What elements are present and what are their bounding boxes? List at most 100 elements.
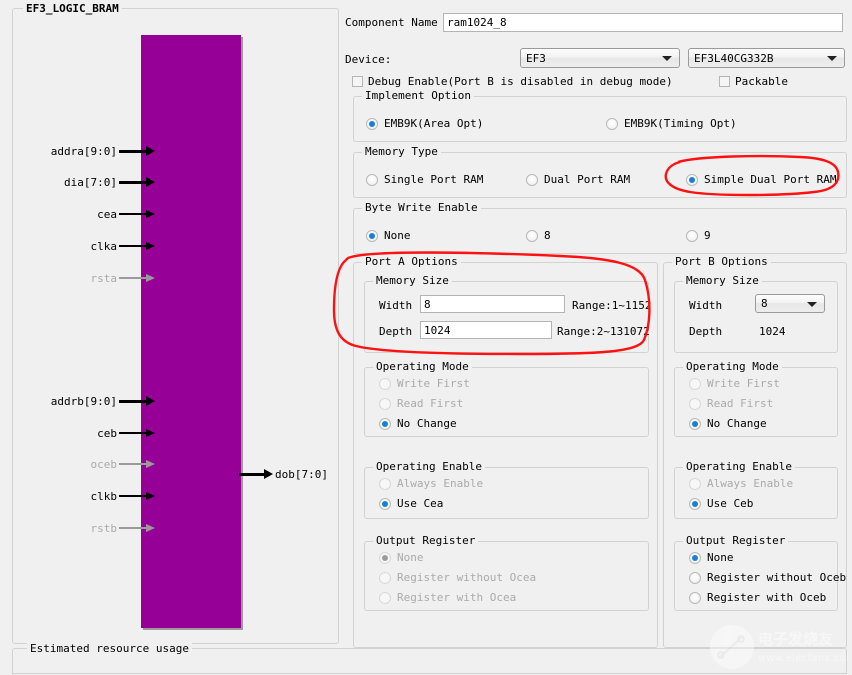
radio-bwe-8[interactable]: 8 [526, 229, 551, 242]
device-part-select[interactable]: EF3L40CG332B [688, 48, 845, 68]
port-a-radio-write-first[interactable]: Write First [379, 377, 470, 390]
port-a-radio-read-first[interactable]: Read First [379, 397, 463, 410]
port-b-radio-outreg-with-oceb[interactable]: Register with Oceb [689, 591, 826, 604]
device-label: Device: [345, 53, 391, 66]
diagram-panel: EF3_LOGIC_BRAM addra[9:0] dia[7:0] cea c… [12, 8, 339, 644]
option-label: Use Cea [397, 497, 443, 510]
radio-emb9k-timing-opt[interactable]: EMB9K(Timing Opt) [606, 117, 737, 130]
radio-dual-port-ram[interactable]: Dual Port RAM [526, 173, 630, 186]
device-part-value: EF3L40CG332B [694, 52, 773, 65]
signal-clkb: clkb [23, 489, 155, 503]
memory-type-group: Memory Type Single Port RAM Dual Port RA… [353, 152, 847, 198]
radio-single-port-ram[interactable]: Single Port RAM [366, 173, 483, 186]
radio-dot [379, 478, 391, 490]
signal-rstb: rstb [23, 521, 155, 535]
device-family-select[interactable]: EF3 [520, 48, 680, 68]
arrow-icon [119, 241, 155, 251]
port-a-memory-size-title: Memory Size [373, 275, 452, 287]
arrow-icon [119, 459, 155, 469]
port-a-radio-outreg-with-ocea[interactable]: Register with Ocea [379, 591, 516, 604]
chevron-down-icon [827, 56, 837, 61]
option-label: EMB9K(Timing Opt) [624, 117, 737, 130]
port-b-width-label: Width [689, 299, 722, 312]
port-a-radio-no-change[interactable]: No Change [379, 417, 457, 430]
port-b-radio-read-first[interactable]: Read First [689, 397, 773, 410]
port-b-radio-no-change[interactable]: No Change [689, 417, 767, 430]
signal-label: rstb [91, 523, 118, 534]
port-b-operating-mode-title: Operating Mode [683, 361, 782, 373]
signal-addrb: addrb[9:0] [23, 394, 155, 408]
packable-label: Packable [735, 75, 788, 88]
radio-dot [366, 174, 378, 186]
port-a-operating-mode-title: Operating Mode [373, 361, 472, 373]
component-name-input[interactable] [443, 13, 843, 32]
component-name-row: Component Name [345, 16, 438, 29]
radio-emb9k-area-opt[interactable]: EMB9K(Area Opt) [366, 117, 483, 130]
port-a-width-input[interactable] [420, 295, 565, 313]
radio-simple-dual-port-ram[interactable]: Simple Dual Port RAM [686, 173, 836, 186]
radio-dot [526, 174, 538, 186]
radio-dot [379, 498, 391, 510]
port-a-radio-outreg-none[interactable]: None [379, 551, 424, 564]
estimated-resource-usage-label: Estimated resource usage [27, 642, 192, 655]
debug-enable-checkbox[interactable]: Debug Enable(Port B is disabled in debug… [352, 75, 673, 88]
memory-type-title: Memory Type [362, 146, 441, 158]
radio-dot [689, 378, 701, 390]
radio-bwe-none[interactable]: None [366, 229, 411, 242]
signal-label: rsta [91, 273, 118, 284]
radio-dot [689, 572, 701, 584]
radio-dot [366, 230, 378, 242]
radio-dot [689, 478, 701, 490]
arrow-icon [119, 177, 155, 187]
port-a-depth-input[interactable] [420, 321, 552, 339]
port-b-radio-use-ceb[interactable]: Use Ceb [689, 497, 753, 510]
signal-label: dia[7:0] [64, 177, 117, 188]
arrow-icon [239, 469, 273, 479]
byte-write-enable-group: Byte Write Enable None 8 9 [353, 208, 847, 254]
radio-dot [689, 398, 701, 410]
option-label: Register with Oceb [707, 591, 826, 604]
watermark-text-cn: 电子发烧友 [758, 630, 833, 648]
port-a-operating-enable-group: Operating Enable Always Enable Use Cea [364, 467, 649, 519]
signal-rsta: rsta [23, 271, 155, 285]
option-label: 9 [704, 229, 711, 242]
port-b-operating-enable-group: Operating Enable Always Enable Use Ceb [674, 467, 838, 519]
port-b-radio-outreg-none[interactable]: None [689, 551, 734, 564]
signal-addra: addra[9:0] [23, 144, 155, 158]
device-family-value: EF3 [526, 52, 546, 65]
arrow-icon [119, 146, 155, 156]
port-b-operating-mode-group: Operating Mode Write First Read First No… [674, 367, 838, 437]
port-b-title: Port B Options [672, 256, 771, 268]
option-label: Read First [397, 397, 463, 410]
device-row: Device: [345, 53, 391, 66]
component-name-label: Component Name [345, 16, 438, 29]
packable-checkbox[interactable]: Packable [719, 75, 788, 88]
port-a-output-register-title: Output Register [373, 535, 478, 547]
port-a-operating-mode-group: Operating Mode Write First Read First No… [364, 367, 649, 437]
port-a-radio-use-cea[interactable]: Use Cea [379, 497, 443, 510]
option-label: Register without Ocea [397, 571, 536, 584]
ram-block-symbol [141, 35, 241, 628]
option-label: None [707, 551, 734, 564]
arrow-icon [119, 273, 155, 283]
debug-enable-label: Debug Enable(Port B is disabled in debug… [368, 75, 673, 88]
radio-bwe-9[interactable]: 9 [686, 229, 711, 242]
port-b-operating-enable-title: Operating Enable [683, 461, 795, 473]
option-label: 8 [544, 229, 551, 242]
port-a-operating-enable-title: Operating Enable [373, 461, 485, 473]
arrow-icon [119, 428, 155, 438]
port-b-width-select[interactable]: 8 [755, 294, 825, 313]
port-b-radio-write-first[interactable]: Write First [689, 377, 780, 390]
signal-dia: dia[7:0] [23, 175, 155, 189]
port-b-radio-always-enable[interactable]: Always Enable [689, 477, 793, 490]
arrow-icon [119, 523, 155, 533]
radio-dot [686, 174, 698, 186]
port-a-radio-always-enable[interactable]: Always Enable [379, 477, 483, 490]
signal-label: cea [97, 209, 117, 220]
port-a-radio-outreg-without-ocea[interactable]: Register without Ocea [379, 571, 536, 584]
radio-dot [689, 552, 701, 564]
port-b-memory-size-group: Memory Size Width 8 Depth 1024 [674, 281, 838, 353]
signal-label: clkb [91, 491, 118, 502]
port-b-radio-outreg-without-oceb[interactable]: Register without Oceb [689, 571, 846, 584]
port-a-depth-range: Range:2~131072 [557, 325, 650, 338]
